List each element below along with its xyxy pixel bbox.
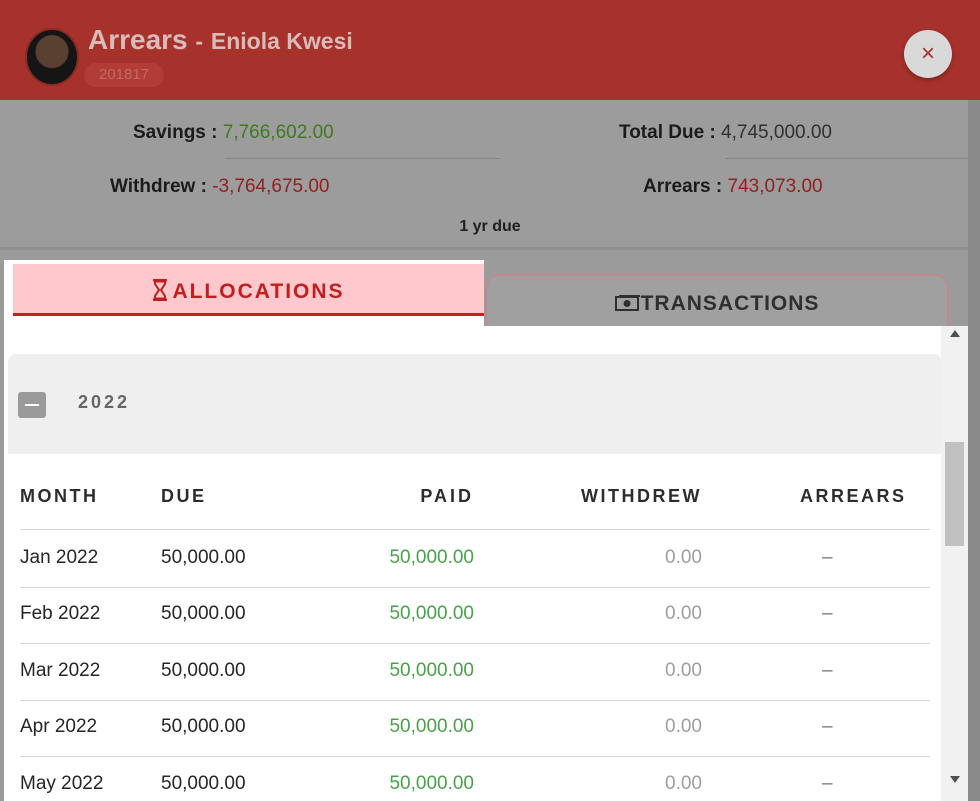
cell-paid: 50,000.00: [389, 547, 474, 568]
cell-month: Feb 2022: [20, 603, 101, 624]
tab-transactions-label: TRANSACTIONS: [487, 292, 947, 316]
arrears-modal: Arrears - Eniola Kwesi 201817 × Savings …: [0, 0, 980, 801]
row-divider: [20, 587, 930, 588]
header-withdrew: WITHDREW: [581, 486, 702, 506]
title-separator: -: [195, 28, 204, 54]
tab-allocations-label: ALLOCATIONS: [13, 278, 484, 304]
scroll-down-icon[interactable]: [950, 776, 960, 783]
avatar: [25, 28, 79, 86]
cell-withdrew: 0.00: [665, 660, 702, 681]
withdrew-value: -3,764,675.00: [212, 176, 330, 197]
due-note: 1 yr due: [459, 218, 521, 235]
arrears-label: Arrears: [643, 176, 711, 197]
allocations-panel: 2022 MONTH DUE PAID WITHDREW ARREARS Jan…: [4, 326, 968, 801]
cell-paid: 50,000.00: [389, 660, 474, 681]
savings-label: Savings: [133, 122, 206, 143]
arrears-value: 743,073.00: [727, 176, 823, 197]
cell-month: Jan 2022: [20, 547, 99, 568]
tab-allocations[interactable]: ALLOCATIONS: [4, 260, 484, 326]
tab-transactions-text: TRANSACTIONS: [640, 292, 820, 315]
cell-due: 50,000.00: [161, 660, 246, 681]
year-label: 2022: [78, 392, 131, 412]
header-due: DUE: [161, 486, 207, 506]
tab-bar: TRANSACTIONS ALLOCATIONS: [0, 260, 980, 328]
header-month: MONTH: [20, 486, 99, 506]
collapse-icon[interactable]: [18, 392, 46, 418]
savings-value: 7,766,602.00: [222, 122, 334, 143]
title-label: Arrears: [88, 24, 188, 55]
cell-month: Mar 2022: [20, 660, 101, 681]
savings-stat: Savings : 7,766,602.00: [133, 122, 334, 144]
total-due-rule: [725, 158, 980, 159]
total-due-value: 4,745,000.00: [721, 122, 832, 143]
summary-divider: [0, 247, 980, 250]
modal-title: Arrears - Eniola Kwesi: [88, 24, 353, 56]
savings-rule: [225, 158, 500, 159]
scroll-up-icon[interactable]: [950, 330, 960, 337]
cell-withdrew: 0.00: [665, 603, 702, 624]
header-divider: [20, 529, 930, 530]
cell-due: 50,000.00: [161, 547, 246, 568]
cell-arrears: –: [822, 660, 833, 681]
cell-due: 50,000.00: [161, 716, 246, 737]
header-arrears: ARREARS: [800, 486, 907, 506]
cell-due: 50,000.00: [161, 773, 246, 794]
money-icon: [614, 295, 640, 311]
withdrew-label: Withdrew: [110, 176, 196, 197]
scroll-thumb[interactable]: [945, 442, 964, 546]
arrears-stat: Arrears : 743,073.00: [643, 176, 823, 198]
savings-colon: :: [211, 122, 218, 143]
tab-allocations-text: ALLOCATIONS: [172, 280, 345, 303]
cell-due: 50,000.00: [161, 603, 246, 624]
cell-withdrew: 0.00: [665, 773, 702, 794]
header-paid: PAID: [420, 486, 474, 506]
total-due-label: Total Due: [619, 122, 705, 143]
cell-month: Apr 2022: [20, 716, 98, 737]
cell-arrears: –: [822, 603, 833, 624]
hourglass-icon: [153, 279, 168, 301]
scrollbar[interactable]: [941, 326, 968, 801]
year-group-header[interactable]: 2022: [8, 354, 942, 454]
arrears-colon: :: [715, 176, 723, 197]
cell-arrears: –: [822, 547, 833, 568]
member-id-badge: 201817: [84, 63, 164, 87]
tab-transactions[interactable]: TRANSACTIONS: [485, 274, 949, 328]
row-divider: [20, 700, 930, 701]
total-due-colon: :: [709, 122, 716, 143]
row-divider: [20, 756, 930, 757]
right-edge: [968, 100, 980, 801]
close-button[interactable]: ×: [904, 30, 952, 78]
cell-arrears: –: [822, 773, 833, 794]
withdrew-colon: :: [200, 176, 207, 197]
cell-paid: 50,000.00: [389, 773, 474, 794]
total-due-stat: Total Due : 4,745,000.00: [619, 122, 832, 144]
cell-month: May 2022: [20, 773, 104, 794]
cell-withdrew: 0.00: [665, 547, 702, 568]
cell-paid: 50,000.00: [389, 716, 474, 737]
row-divider: [20, 643, 930, 644]
member-name: Eniola Kwesi: [210, 28, 353, 54]
tab-allocations-inner: ALLOCATIONS: [13, 264, 484, 316]
cell-withdrew: 0.00: [665, 716, 702, 737]
withdrew-stat: Withdrew : -3,764,675.00: [110, 176, 329, 198]
modal-header: Arrears - Eniola Kwesi 201817 ×: [0, 0, 980, 100]
close-icon: ×: [920, 40, 935, 67]
cell-paid: 50,000.00: [389, 603, 474, 624]
cell-arrears: –: [822, 716, 833, 737]
